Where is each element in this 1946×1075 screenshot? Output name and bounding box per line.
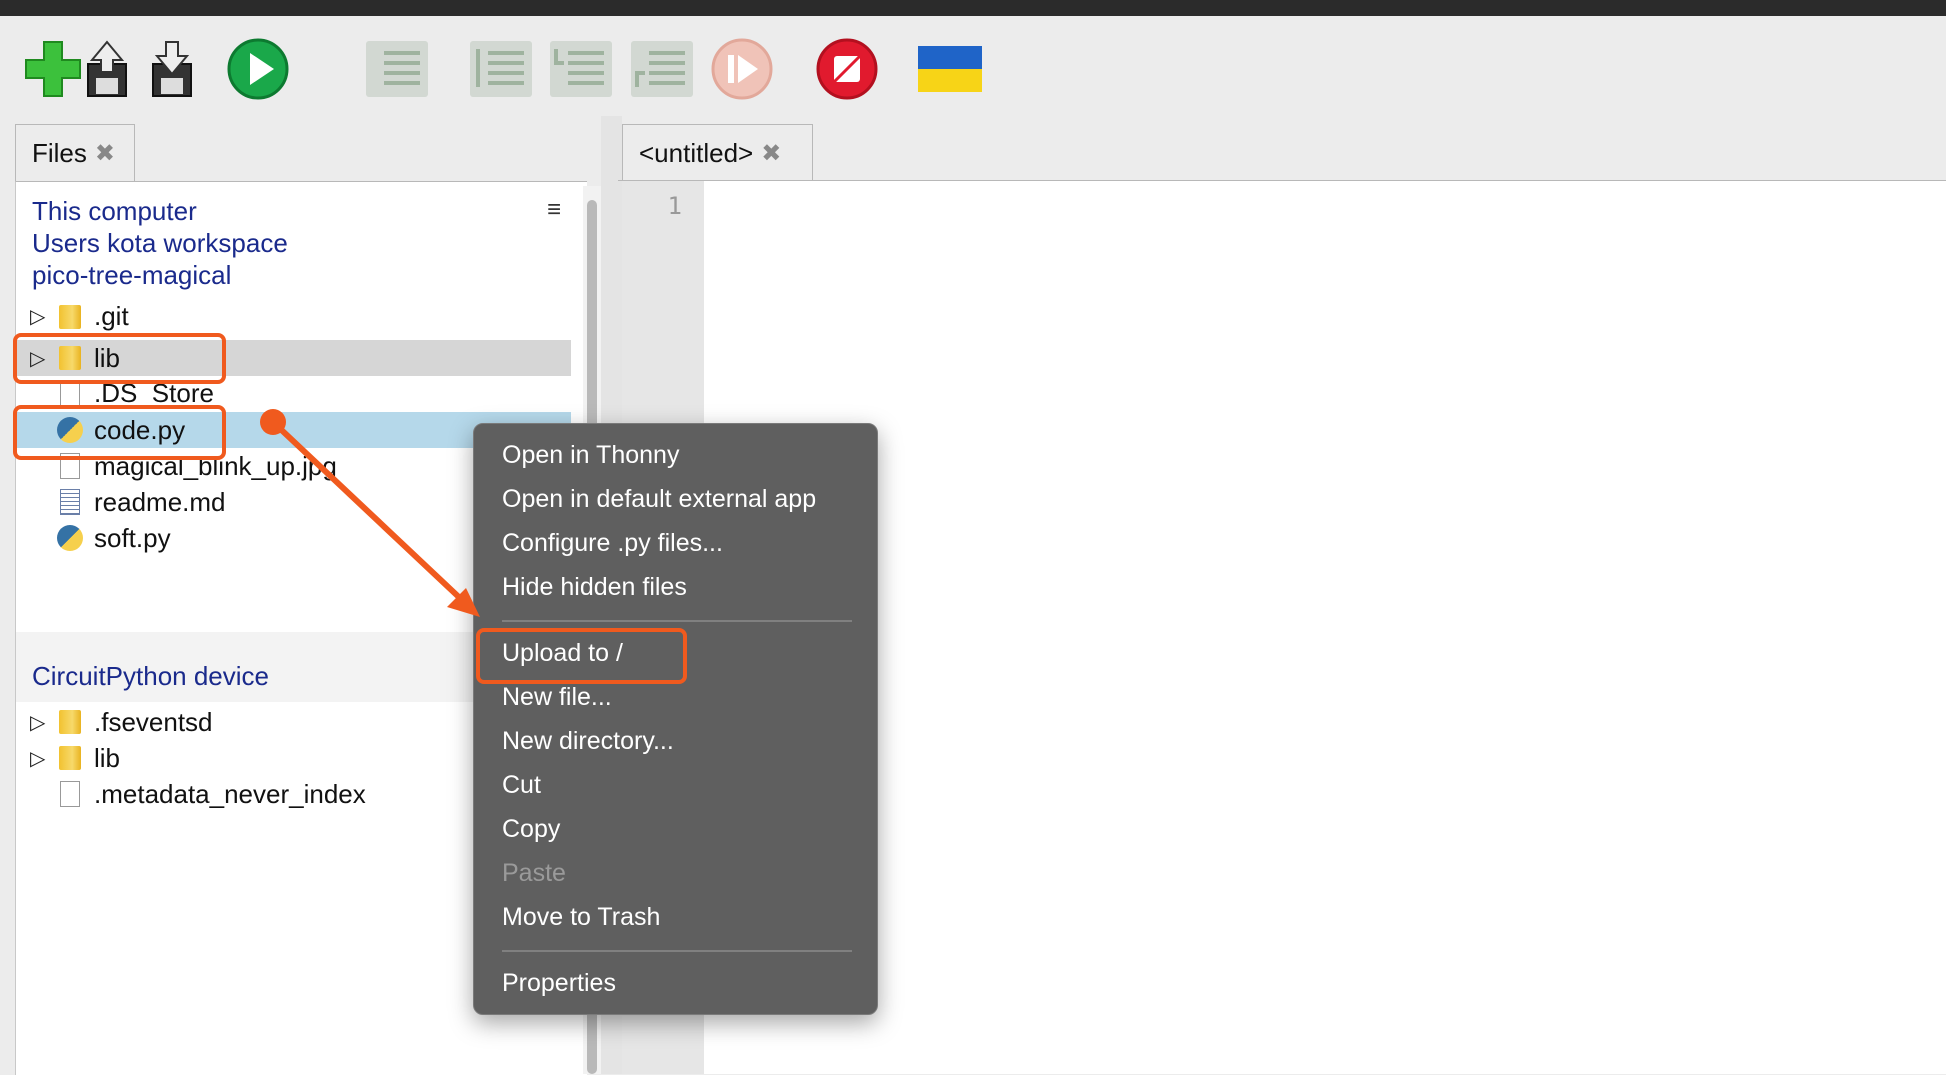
arrow-line xyxy=(270,419,465,603)
annotation-arrow xyxy=(260,409,480,617)
